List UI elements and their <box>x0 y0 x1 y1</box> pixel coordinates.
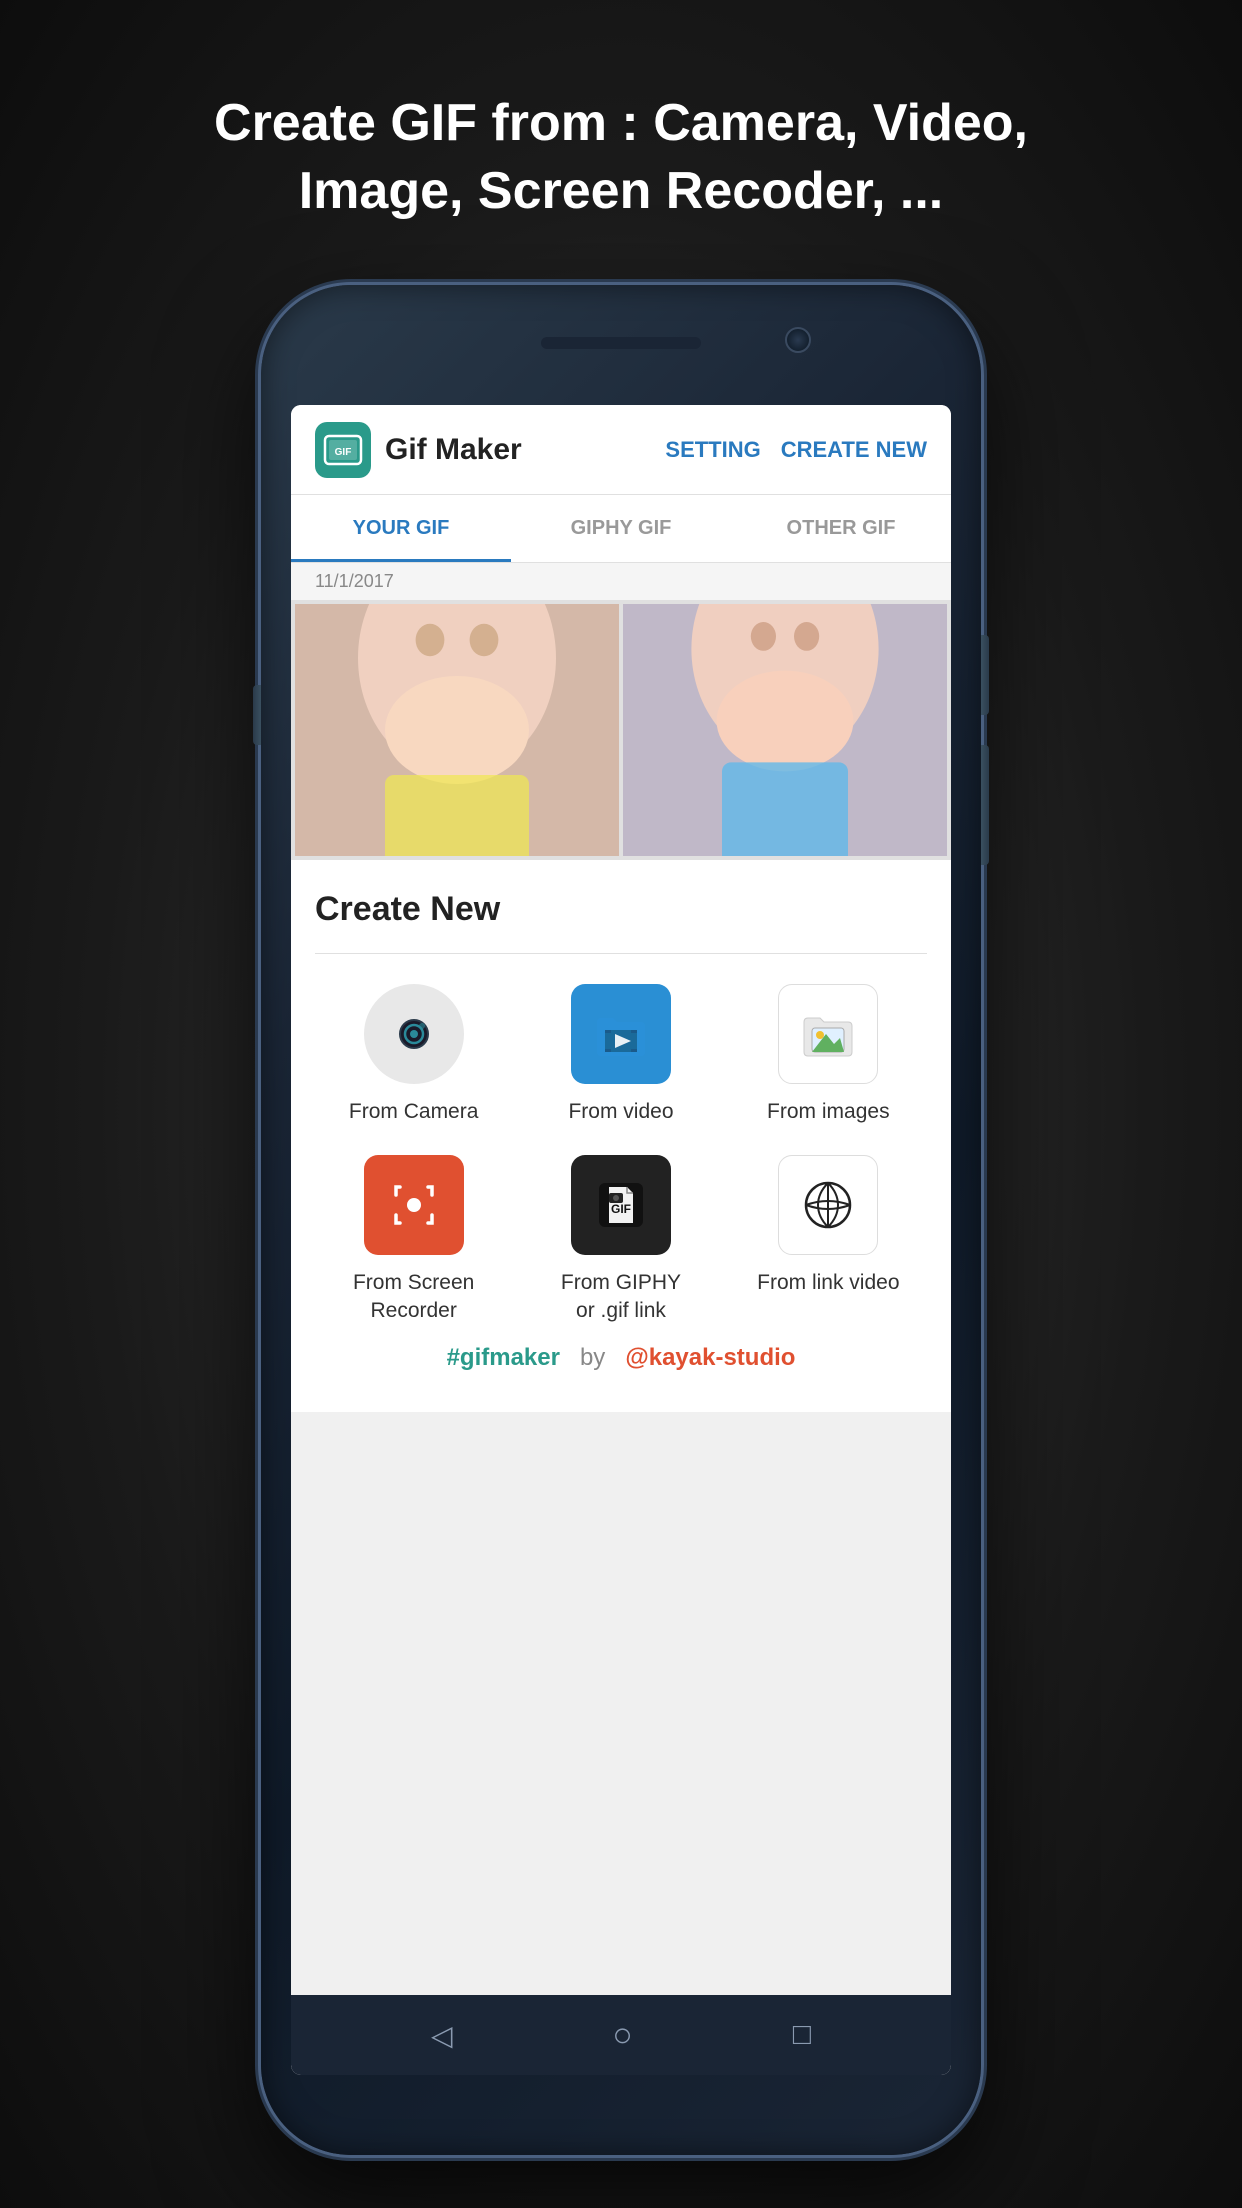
app-title: Gif Maker <box>385 433 665 467</box>
create-item-screen[interactable]: From Screen Recorder <box>315 1155 512 1324</box>
front-camera <box>785 327 811 353</box>
link-video-icon <box>778 1155 878 1255</box>
phone-shell: GIF Gif Maker SETTING CREATE NEW YOUR GI… <box>261 285 981 2155</box>
create-label-camera: From Camera <box>349 1098 479 1125</box>
create-item-camera[interactable]: From Camera <box>315 984 512 1125</box>
gif-thumb-1[interactable] <box>295 604 619 856</box>
header-actions: SETTING CREATE NEW <box>665 437 927 463</box>
create-label-screen: From Screen Recorder <box>353 1269 474 1324</box>
tab-other-gif[interactable]: OTHER GIF <box>731 495 951 562</box>
date-label: 11/1/2017 <box>291 563 951 600</box>
create-item-giphy[interactable]: GIF From GIPHY or .gif link <box>522 1155 719 1324</box>
nav-home-icon[interactable]: ○ <box>612 2016 633 2055</box>
side-button-right-2 <box>981 745 989 865</box>
nav-back-icon[interactable]: ◁ <box>431 2019 453 2052</box>
create-label-link: From link video <box>757 1269 899 1296</box>
panel-footer: #gifmaker by @kayak-studio <box>315 1324 927 1392</box>
svg-text:GIF: GIF <box>335 447 352 458</box>
create-item-video[interactable]: From video <box>522 984 719 1125</box>
gif-grid <box>291 600 951 860</box>
gif-thumb-2[interactable] <box>623 604 947 856</box>
giphy-icon: GIF <box>571 1155 671 1255</box>
create-item-images[interactable]: From images <box>730 984 927 1125</box>
divider <box>315 953 927 954</box>
tab-bar: YOUR GIF GIPHY GIF OTHER GIF <box>291 495 951 563</box>
create-panel-title: Create New <box>315 890 927 929</box>
create-label-video: From video <box>568 1098 673 1125</box>
side-button-left <box>253 685 261 745</box>
gif-thumb-img-2 <box>623 604 947 856</box>
images-icon <box>778 984 878 1084</box>
side-button-right-1 <box>981 635 989 715</box>
setting-button[interactable]: SETTING <box>665 437 760 463</box>
create-label-giphy: From GIPHY or .gif link <box>561 1269 681 1324</box>
screen-recorder-icon <box>364 1155 464 1255</box>
create-label-images: From images <box>767 1098 890 1125</box>
app-logo: GIF <box>315 422 371 478</box>
video-icon <box>571 984 671 1084</box>
create-new-button[interactable]: CREATE NEW <box>781 437 927 463</box>
create-grid: From Camera <box>315 984 927 1324</box>
gif-thumb-img-1 <box>295 604 619 856</box>
hashtag-label: #gifmaker <box>447 1344 560 1372</box>
tab-your-gif[interactable]: YOUR GIF <box>291 495 511 562</box>
earpiece <box>541 337 701 349</box>
studio-label: @kayak-studio <box>625 1344 795 1372</box>
create-panel: Create New From Camera <box>291 860 951 1412</box>
by-label: by <box>580 1344 605 1372</box>
svg-text:GIF: GIF <box>611 1202 631 1216</box>
create-item-link[interactable]: From link video <box>730 1155 927 1324</box>
app-header: GIF Gif Maker SETTING CREATE NEW <box>291 405 951 495</box>
tab-giphy-gif[interactable]: GIPHY GIF <box>511 495 731 562</box>
bottom-nav: ◁ ○ □ <box>291 1995 951 2075</box>
nav-recent-icon[interactable]: □ <box>793 2018 811 2052</box>
headline-text: Create GIF from : Camera, Video, Image, … <box>214 94 1028 220</box>
phone-screen: GIF Gif Maker SETTING CREATE NEW YOUR GI… <box>291 405 951 2075</box>
camera-icon <box>364 984 464 1084</box>
headline: Create GIF from : Camera, Video, Image, … <box>134 90 1108 225</box>
phone-mockup: GIF Gif Maker SETTING CREATE NEW YOUR GI… <box>261 285 981 2155</box>
